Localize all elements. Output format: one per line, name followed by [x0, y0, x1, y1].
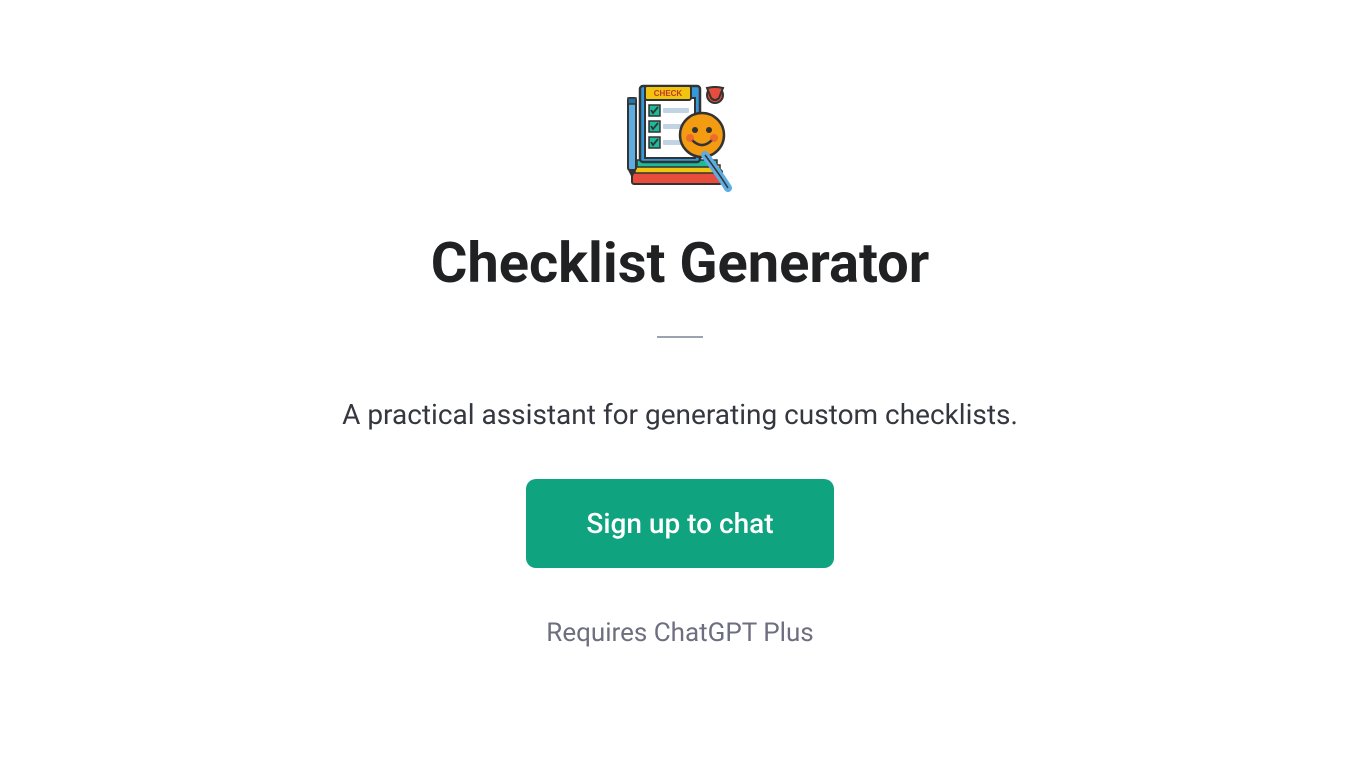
requires-plus-text: Requires ChatGPT Plus — [546, 618, 813, 648]
divider — [657, 336, 703, 338]
app-logo: CHECK — [620, 80, 740, 200]
description: A practical assistant for generating cus… — [342, 398, 1018, 431]
checklist-generator-icon: CHECK — [620, 80, 740, 200]
svg-text:CHECK: CHECK — [654, 89, 683, 98]
page-title: Checklist Generator — [431, 230, 930, 296]
signup-button[interactable]: Sign up to chat — [526, 479, 833, 568]
